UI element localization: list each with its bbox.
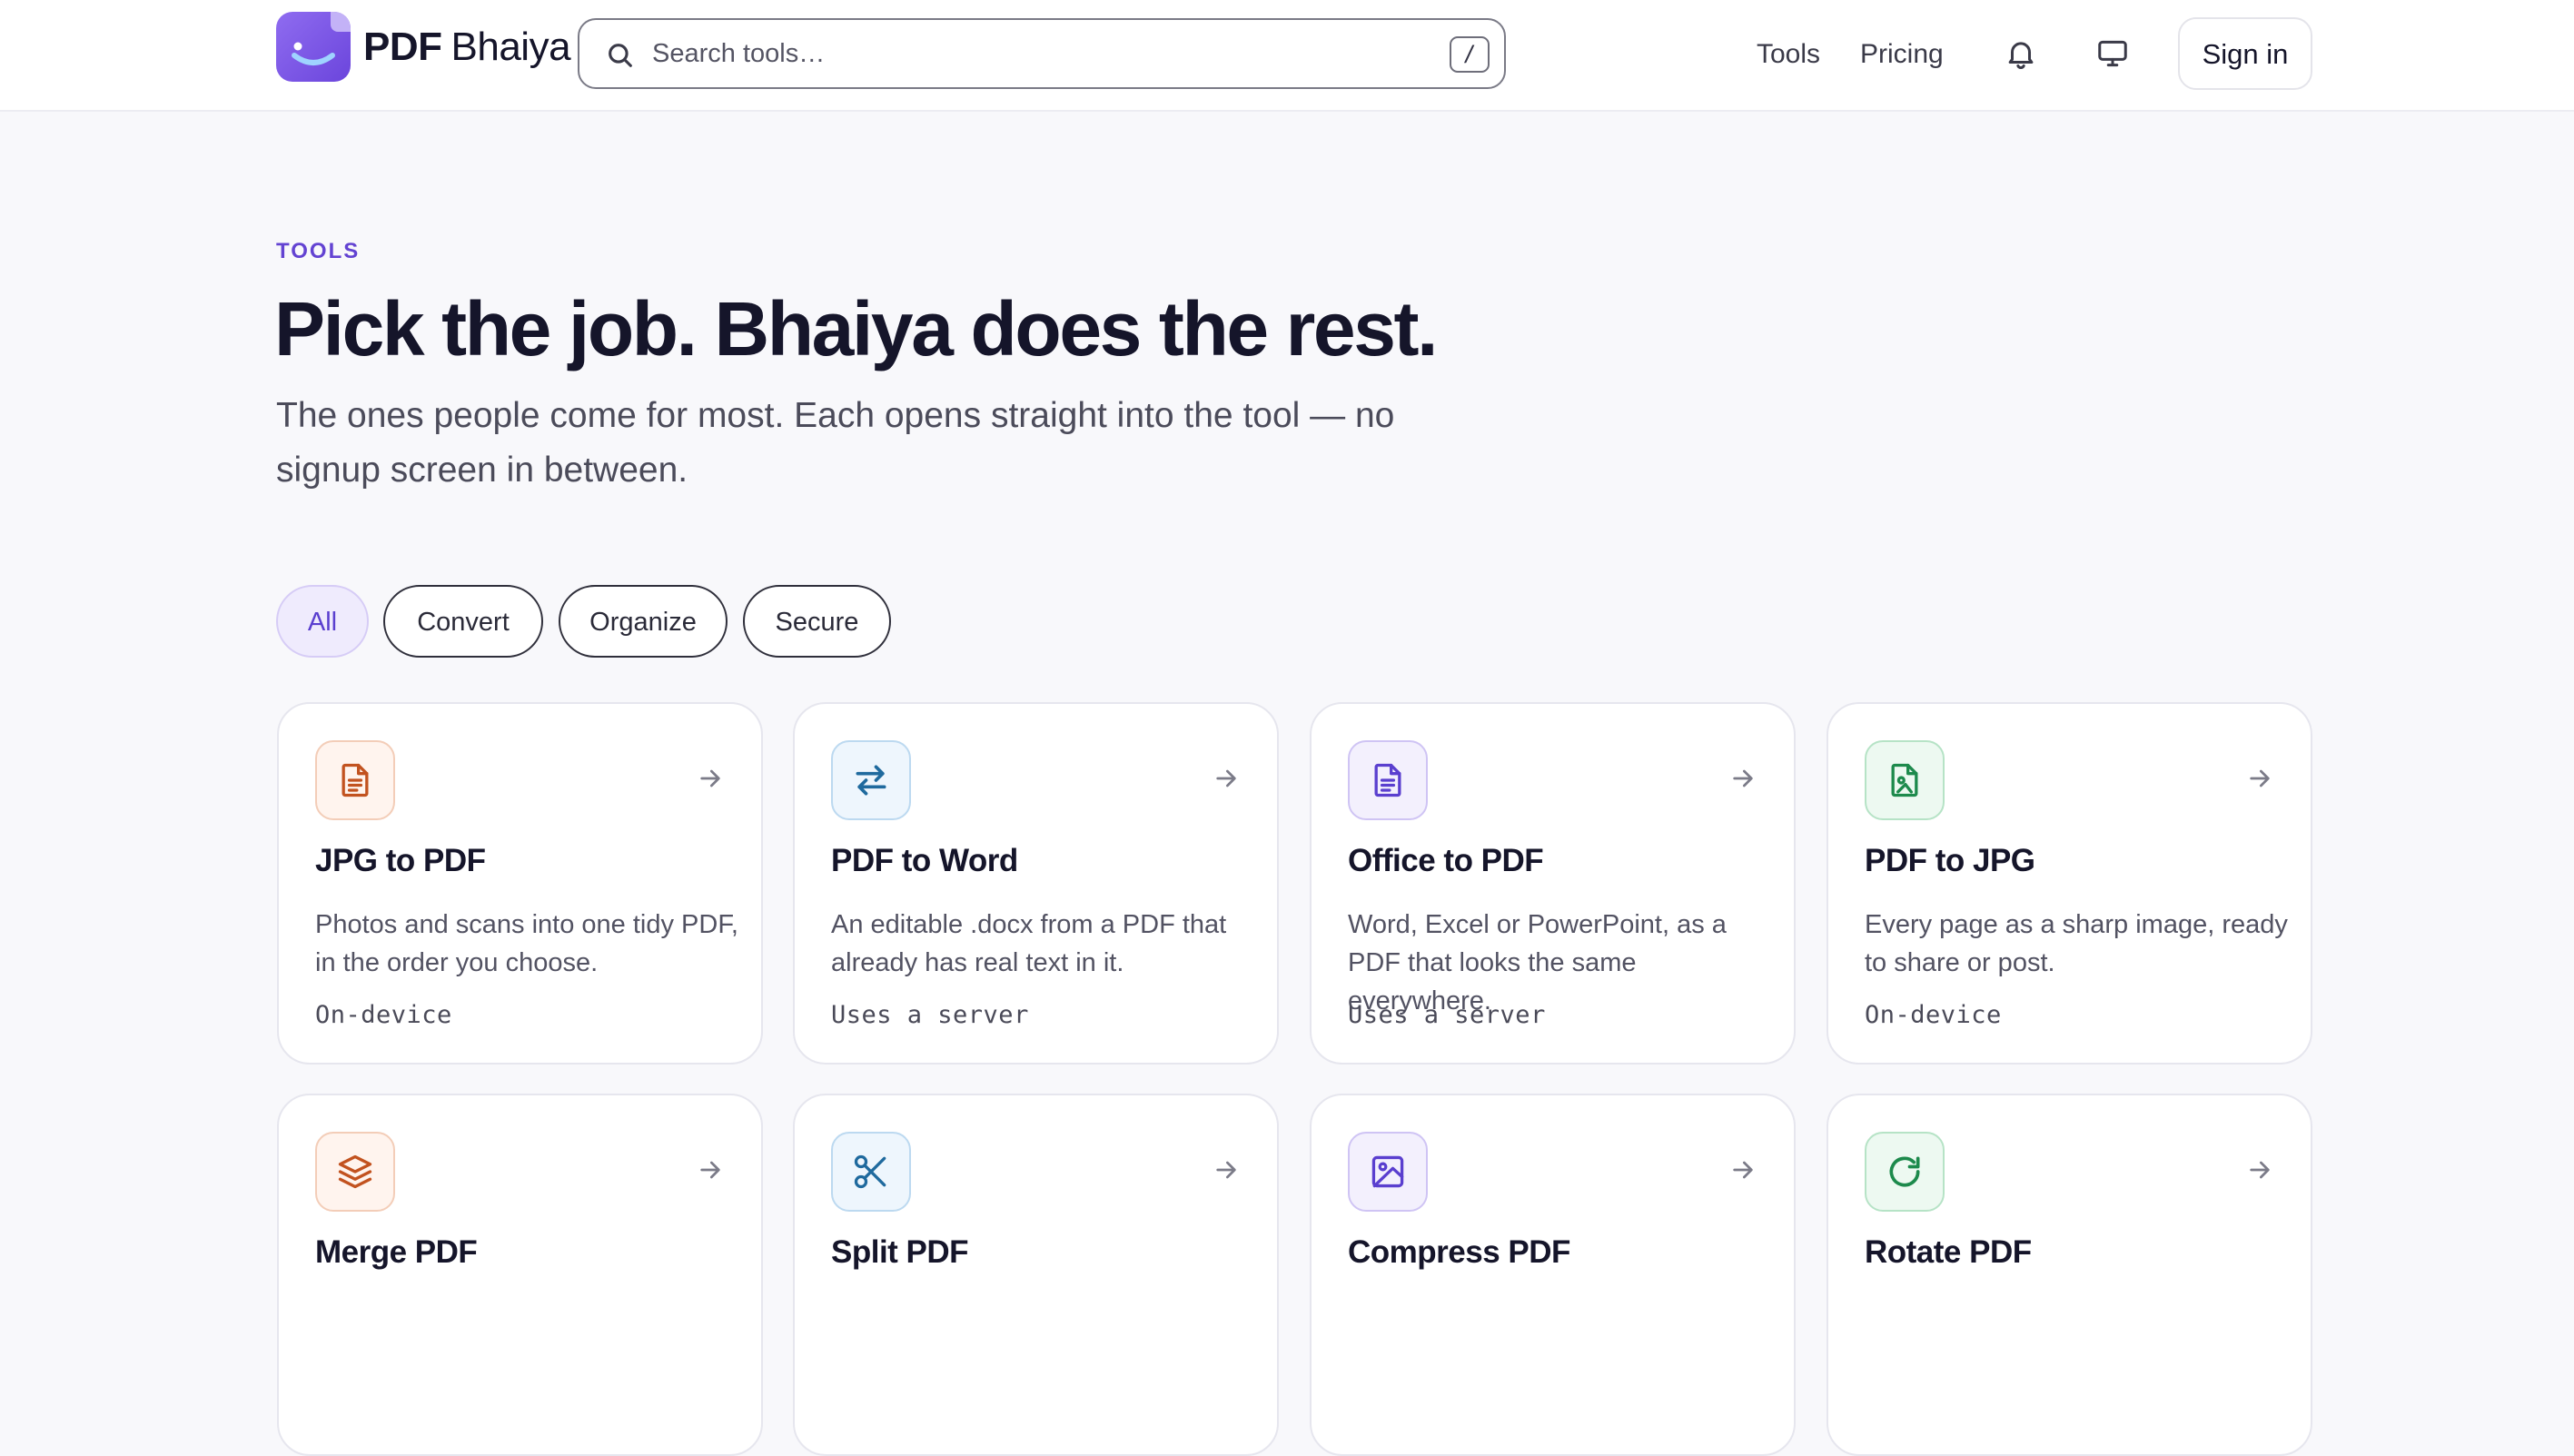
- tool-title: Rotate PDF: [1865, 1234, 2032, 1270]
- tool-icon-tile: [1865, 1132, 1945, 1212]
- page-subtitle: The ones people come for most. Each open…: [276, 396, 1395, 490]
- tool-title: JPG to PDF: [315, 843, 486, 878]
- tool-title: PDF to JPG: [1865, 843, 2035, 878]
- tool-icon-tile: [315, 1132, 395, 1212]
- filter-chip-secure[interactable]: Secure: [743, 585, 891, 658]
- tool-card-compress-pdf[interactable]: Compress PDF: [1310, 1094, 1796, 1456]
- arrow-right-icon: [2250, 769, 2270, 787]
- search-icon: [609, 44, 632, 67]
- arrow-right-icon: [1733, 769, 1753, 787]
- tool-icon-tile: [1348, 740, 1428, 820]
- page-title: Pick the job. Bhaiya does the rest.: [274, 286, 1438, 371]
- top-header: PDF Bhaiya Search tools… / Tools Pricing …: [0, 0, 2574, 112]
- nav-pricing[interactable]: Pricing: [1860, 27, 1944, 82]
- scissors-icon: [854, 1154, 886, 1189]
- arrow-right-icon: [700, 1161, 720, 1179]
- brand-bhaiya: Bhaiya: [450, 25, 571, 69]
- section-eyebrow: TOOLS: [276, 239, 361, 263]
- filter-chip-organize[interactable]: Organize: [559, 585, 728, 658]
- arrow-right-icon: [700, 769, 720, 787]
- tool-description: Every page as a sharp image, ready to sh…: [1865, 910, 2288, 977]
- brand-name[interactable]: PDF Bhaiya: [363, 20, 571, 74]
- arrow-right-icon: [1733, 1161, 1753, 1179]
- tool-description: Photos and scans into one tidy PDF, in t…: [315, 910, 738, 977]
- sign-in-button[interactable]: Sign in: [2178, 17, 2312, 90]
- tool-processing-tag: Uses a server: [831, 1001, 1029, 1029]
- tool-title: Compress PDF: [1348, 1234, 1570, 1270]
- arrow-right-icon: [1216, 769, 1236, 787]
- tool-card-split-pdf[interactable]: Split PDF: [793, 1094, 1279, 1456]
- filter-chip-convert[interactable]: Convert: [383, 585, 543, 658]
- tool-description: An editable .docx from a PDF that alread…: [831, 910, 1227, 977]
- tool-icon-tile: [831, 1132, 911, 1212]
- rotate-icon: [1889, 1156, 1920, 1187]
- tool-processing-tag: On-device: [315, 1001, 452, 1029]
- search-shortcut-key: /: [1450, 36, 1490, 73]
- tool-card-office-to-pdf[interactable]: Office to PDF Word, Excel or PowerPoint,…: [1310, 702, 1796, 1065]
- bell-icon[interactable]: [2004, 36, 2038, 71]
- search-placeholder: Search tools…: [652, 39, 826, 68]
- tool-card-pdf-to-word[interactable]: PDF to Word An editable .docx from a PDF…: [793, 702, 1279, 1065]
- swap-arrows-icon: [856, 765, 886, 796]
- file-image-icon: [1891, 763, 1918, 797]
- monitor-icon[interactable]: [2094, 36, 2131, 71]
- tool-title: Merge PDF: [315, 1234, 478, 1270]
- image-icon: [1371, 1155, 1404, 1188]
- tool-processing-tag: On-device: [1865, 1001, 2002, 1029]
- layers-icon: [338, 1154, 372, 1189]
- arrow-right-icon: [2250, 1161, 2270, 1179]
- filter-chip-all[interactable]: All: [276, 585, 369, 658]
- arrow-right-icon: [1216, 1161, 1236, 1179]
- nav-tools[interactable]: Tools: [1757, 27, 1820, 82]
- tool-title: Office to PDF: [1348, 843, 1544, 878]
- brand-pdf: PDF: [363, 25, 442, 69]
- tool-card-rotate-pdf[interactable]: Rotate PDF: [1827, 1094, 2312, 1456]
- tool-card-pdf-to-jpg[interactable]: PDF to JPG Every page as a sharp image, …: [1827, 702, 2312, 1065]
- tool-card-jpg-to-pdf[interactable]: JPG to PDF Photos and scans into one tid…: [277, 702, 763, 1065]
- tool-icon-tile: [315, 740, 395, 820]
- tool-icon-tile: [1348, 1132, 1428, 1212]
- tool-icon-tile: [1865, 740, 1945, 820]
- logo-icon[interactable]: [276, 12, 351, 82]
- tool-title: Split PDF: [831, 1234, 969, 1270]
- tool-title: PDF to Word: [831, 843, 1018, 878]
- tool-icon-tile: [831, 740, 911, 820]
- tool-processing-tag: Uses a server: [1348, 1001, 1546, 1029]
- document-icon: [1374, 763, 1401, 797]
- tool-card-merge-pdf[interactable]: Merge PDF: [277, 1094, 763, 1456]
- search-input[interactable]: Search tools… /: [578, 18, 1506, 89]
- document-icon: [342, 763, 369, 797]
